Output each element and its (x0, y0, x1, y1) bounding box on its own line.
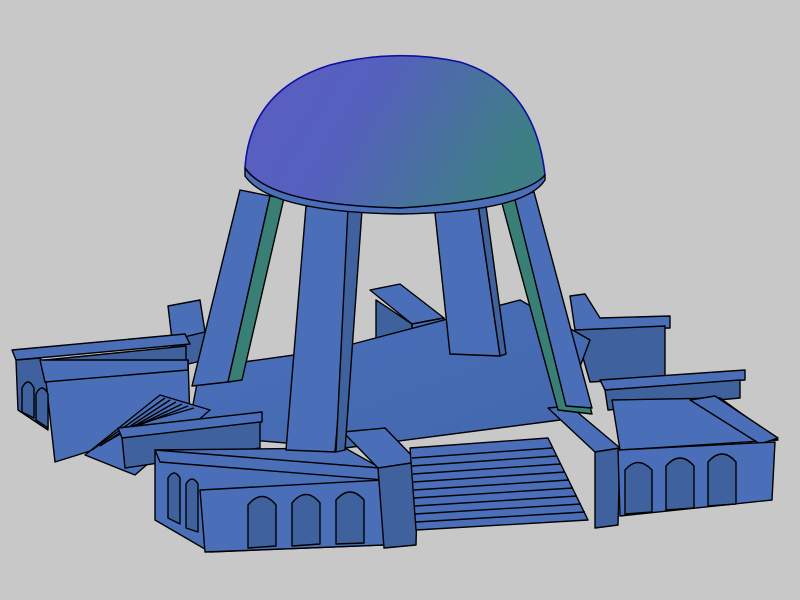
front-stairs (409, 437, 589, 531)
column-back-left (191, 189, 285, 387)
model-canvas[interactable] (0, 0, 800, 600)
cad-viewport[interactable] (0, 0, 800, 600)
dome (244, 54, 546, 215)
